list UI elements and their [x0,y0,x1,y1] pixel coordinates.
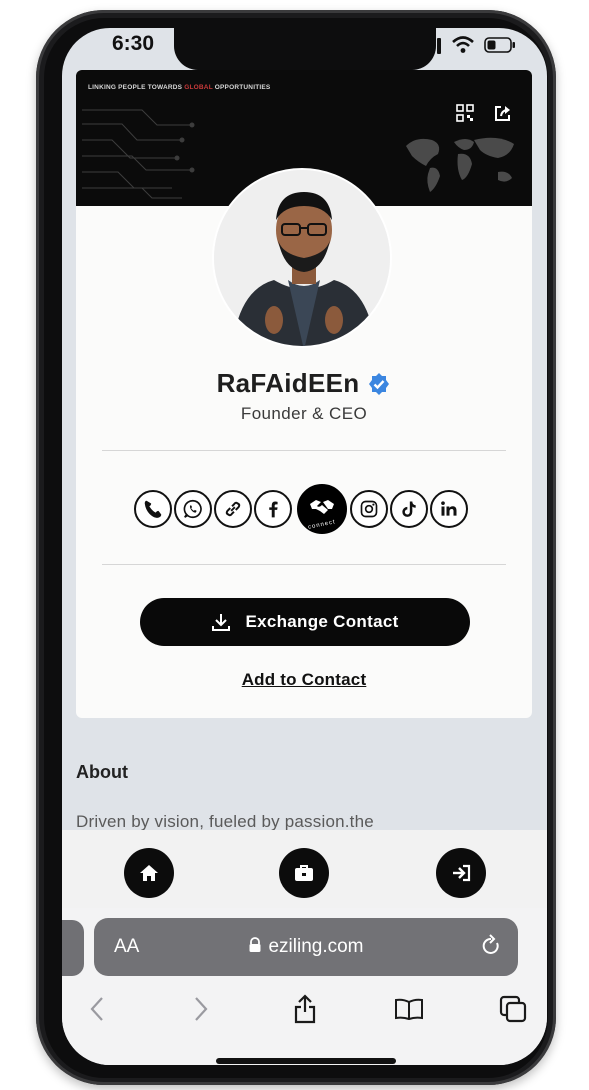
world-map-graphic [406,137,514,192]
tabs-button[interactable] [496,992,530,1026]
whatsapp-icon [183,499,202,519]
instagram-icon [360,500,378,518]
linkedin-icon [441,501,457,516]
social-phone-button[interactable] [134,490,172,528]
tagline-highlight: GLOBAL [184,84,213,91]
login-icon [453,864,471,882]
social-whatsapp-button[interactable] [174,490,212,528]
phone-icon [144,500,162,518]
back-icon [90,997,103,1021]
social-tiktok-button[interactable] [390,490,428,528]
social-linkedin-button[interactable] [430,490,468,528]
briefcase-icon [295,865,313,881]
reload-button[interactable] [480,934,502,963]
notch [174,28,436,70]
social-instagram-button[interactable] [350,490,388,528]
previous-tab-peek[interactable] [62,920,84,976]
browser-chrome: AA eziling.com [62,908,547,1065]
tabs-icon [499,995,527,1023]
home-icon [140,865,158,881]
qr-code-button[interactable] [454,102,476,124]
divider-bottom [102,564,506,565]
add-to-contact-link[interactable]: Add to Contact [76,670,532,690]
exchange-contact-button[interactable]: Exchange Contact [140,598,470,646]
home-indicator [216,1058,396,1064]
wifi-icon [452,36,474,53]
social-link-button[interactable] [214,490,252,528]
phone-screen: 6:30 LINKING PEOPLE TOWARDS GLOBAL OPPOR… [62,28,547,1065]
bookmarks-button[interactable] [392,992,426,1026]
share-page-icon [294,994,316,1024]
lock-icon [249,937,261,952]
circuit-pattern [82,109,195,199]
social-connect-button[interactable]: connect [297,484,347,534]
battery-icon [484,37,515,53]
about-text: Driven by vision, fueled by passion.the [76,812,374,831]
profile-title: Founder & CEO [240,404,368,423]
url-text-wrap: eziling.com [94,936,518,958]
reload-icon [482,934,499,954]
share-icon [495,106,510,121]
back-button[interactable] [80,992,114,1026]
about-heading: About [76,762,128,782]
forward-button[interactable] [184,992,218,1026]
profile-card: LINKING PEOPLE TOWARDS GLOBAL OPPORTUNIT… [76,70,532,718]
nav-login-button[interactable] [436,848,486,898]
tagline: LINKING PEOPLE TOWARDS GLOBAL OPPORTUNIT… [88,84,270,91]
name-row: RaFAidEEn [76,368,532,399]
link-icon [225,501,241,517]
share-page-button[interactable] [288,992,322,1026]
nav-work-button[interactable] [279,848,329,898]
verified-badge-icon [369,372,390,395]
tagline-part2: OPPORTUNITIES [212,84,271,91]
bookmarks-icon [395,998,423,1021]
facebook-icon [269,501,278,518]
tagline-part1: LINKING PEOPLE TOWARDS [88,84,185,91]
tiktok-icon [402,501,416,517]
status-time: 6:30 [112,32,155,55]
status-icons [436,36,516,54]
nav-home-button[interactable] [124,848,174,898]
divider-top [102,450,506,451]
download-icon [212,614,231,631]
connect-icon [310,500,334,514]
profile-photo [214,170,390,346]
connect-label: connect [307,519,337,531]
forward-icon [195,997,208,1021]
avatar [212,168,392,348]
address-bar[interactable]: AA eziling.com [94,918,518,976]
social-facebook-button[interactable] [254,490,292,528]
social-links: connect [134,484,470,534]
exchange-contact-label: Exchange Contact [245,612,399,631]
bottom-nav [62,830,547,910]
profile-name: RaFAidEEn [216,368,360,398]
signal-icon [437,38,441,54]
share-profile-button[interactable] [492,102,514,124]
url-text: eziling.com [268,936,364,957]
qr-code-icon [456,104,474,122]
